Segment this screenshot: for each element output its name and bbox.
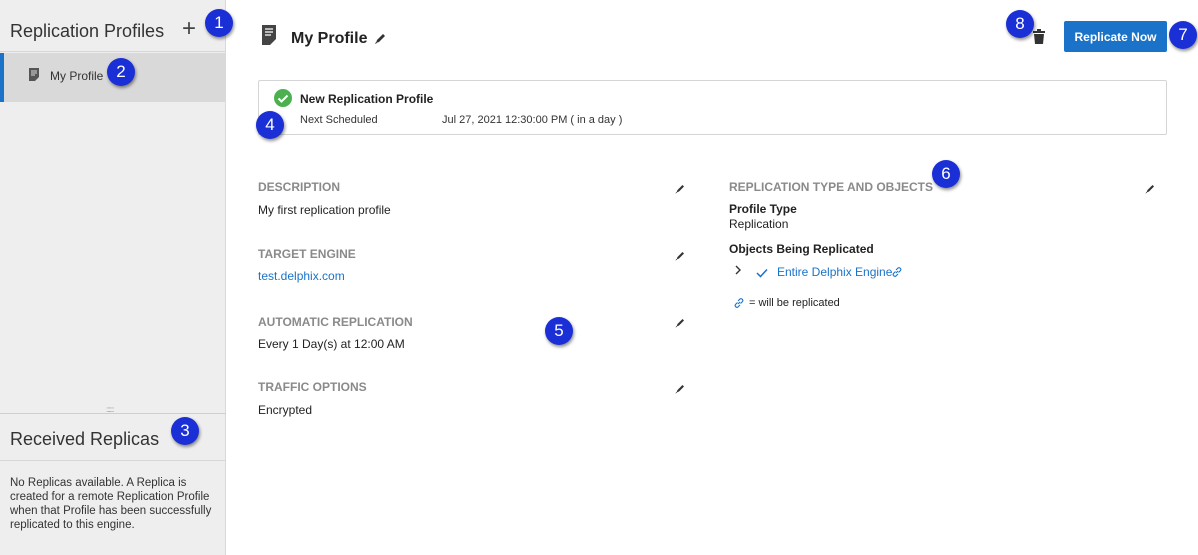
- document-icon: [262, 25, 276, 50]
- edit-target-engine-pencil-icon[interactable]: [675, 248, 686, 266]
- sidebar-item-label: My Profile: [50, 69, 104, 83]
- automatic-replication-value: Every 1 Day(s) at 12:00 AM: [258, 337, 405, 351]
- next-scheduled-label: Next Scheduled: [300, 114, 378, 126]
- received-replicas-empty-text: No Replicas available. A Replica is crea…: [10, 477, 212, 531]
- profile-type-value: Replication: [729, 217, 789, 231]
- notice-title: New Replication Profile: [300, 92, 434, 106]
- document-icon: [29, 68, 39, 86]
- link-icon: [733, 296, 745, 314]
- main-panel: My Profile Replicate Now New Replication…: [227, 0, 1198, 555]
- next-scheduled-value: Jul 27, 2021 12:30:00 PM ( in a day ): [442, 114, 623, 126]
- callout-badge-4: 4: [256, 111, 284, 139]
- replication-type-label: REPLICATION TYPE AND OBJECTS: [729, 180, 934, 194]
- replicate-now-button[interactable]: Replicate Now: [1064, 21, 1167, 52]
- edit-traffic-options-pencil-icon[interactable]: [675, 381, 686, 399]
- edit-title-pencil-icon[interactable]: [374, 32, 387, 50]
- target-engine-label: TARGET ENGINE: [258, 247, 356, 261]
- add-profile-icon[interactable]: +: [182, 17, 196, 41]
- page-title: My Profile: [291, 30, 368, 47]
- target-engine-link[interactable]: test.delphix.com: [258, 269, 345, 283]
- edit-description-pencil-icon[interactable]: [675, 181, 686, 199]
- callout-badge-1: 1: [205, 9, 233, 37]
- traffic-options-label: TRAFFIC OPTIONS: [258, 380, 367, 394]
- link-icon: [891, 265, 903, 283]
- schedule-notice: New Replication Profile Next Scheduled J…: [258, 80, 1167, 135]
- callout-badge-6: 6: [932, 160, 960, 188]
- callout-badge-7: 7: [1169, 21, 1197, 49]
- description-value: My first replication profile: [258, 203, 391, 217]
- callout-badge-5: 5: [545, 317, 573, 345]
- objects-replicated-label: Objects Being Replicated: [729, 242, 874, 256]
- automatic-replication-label: AUTOMATIC REPLICATION: [258, 315, 413, 329]
- callout-badge-3: 3: [171, 417, 199, 445]
- edit-replication-type-pencil-icon[interactable]: [1145, 181, 1156, 199]
- profile-type-label: Profile Type: [729, 202, 797, 216]
- chevron-right-icon[interactable]: [734, 264, 742, 279]
- traffic-options-value: Encrypted: [258, 403, 313, 417]
- success-check-icon: [274, 89, 292, 112]
- sidebar-title: Replication Profiles: [10, 21, 165, 41]
- callout-badge-2: 2: [107, 58, 135, 86]
- trash-icon[interactable]: [1033, 29, 1045, 49]
- description-label: DESCRIPTION: [258, 180, 341, 194]
- sidebar-header: Replication Profiles +: [0, 0, 226, 52]
- callout-badge-8: 8: [1006, 10, 1034, 38]
- app: Replication Profiles + My Profile ::::::…: [0, 0, 1198, 555]
- resize-handle[interactable]: ::::::: [106, 405, 122, 414]
- legend-text: = will be replicated: [749, 297, 840, 309]
- object-label[interactable]: Entire Delphix Engine: [777, 265, 892, 279]
- received-replicas-title: Received Replicas: [10, 429, 160, 449]
- checkmark-icon: [756, 265, 768, 283]
- edit-automatic-replication-pencil-icon[interactable]: [675, 315, 686, 333]
